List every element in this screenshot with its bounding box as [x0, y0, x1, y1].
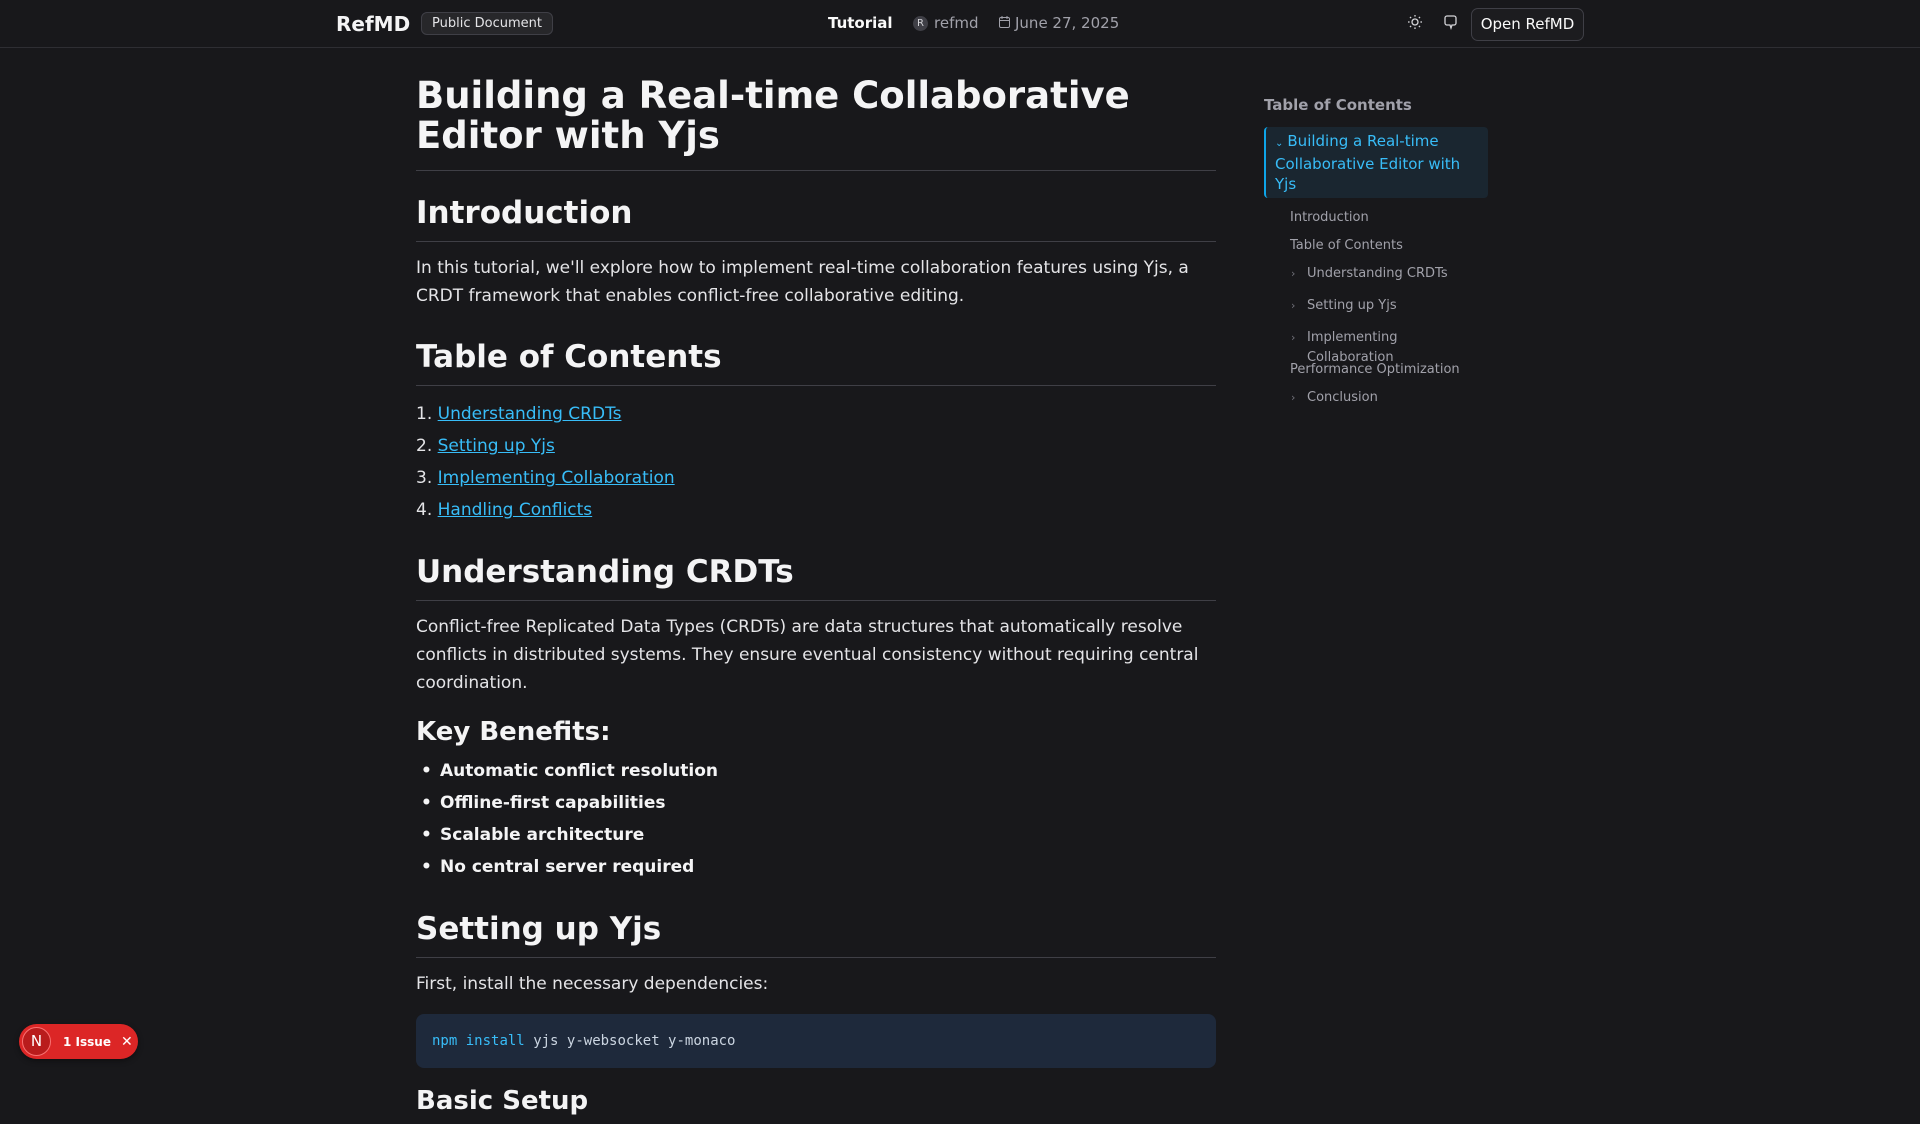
heading-key-benefits: Key Benefits: [416, 717, 611, 747]
github-icon [1443, 14, 1459, 34]
author-info: R refmd [913, 14, 978, 32]
sidebar-toc-item-conclusion[interactable]: › Conclusion [1264, 388, 1488, 416]
sidebar-toc-item-introduction[interactable]: Introduction [1264, 208, 1488, 236]
toc-link-understanding-crdts[interactable]: Understanding CRDTs [438, 404, 622, 424]
sidebar-toc-label: Performance Optimization [1290, 362, 1460, 377]
list-item: 3. Implementing Collaboration [416, 462, 1216, 494]
heading-introduction: Introduction [416, 193, 1216, 242]
list-number: 3. [416, 468, 433, 488]
code-block: npm install yjs y-websocket y-monaco [416, 1014, 1216, 1068]
document-date: June 27, 2025 [999, 14, 1119, 32]
toc-link-handling-conflicts[interactable]: Handling Conflicts [438, 500, 593, 520]
date-text: June 27, 2025 [1015, 14, 1120, 32]
heading-setting-up-yjs: Setting up Yjs [416, 909, 1216, 958]
heading-understanding-crdts: Understanding CRDTs [416, 552, 1216, 601]
setup-paragraph: First, install the necessary dependencie… [416, 974, 769, 994]
list-item: Offline-first capabilities [416, 787, 1216, 819]
sidebar-toc-item-setting-up-yjs[interactable]: › Setting up Yjs [1264, 296, 1488, 328]
sidebar-toc-item-active[interactable]: ⌄ Building a Real-time Collaborative Edit… [1264, 127, 1488, 198]
code-subcommand: install [465, 1033, 525, 1049]
sidebar-toc-item-table-of-contents[interactable]: Table of Contents [1264, 236, 1488, 264]
chevron-right-icon: › [1291, 299, 1296, 312]
calendar-icon [999, 14, 1010, 32]
code-args: yjs y-websocket y-monaco [533, 1033, 736, 1049]
toc-list: 1. Understanding CRDTs 2. Setting up Yjs… [416, 398, 1216, 526]
issues-indicator[interactable]: N 1 Issue ✕ [19, 1024, 138, 1059]
list-item: Scalable architecture [416, 819, 1216, 851]
list-number: 4. [416, 500, 433, 520]
sidebar-toc: Table of Contents ⌄ Building a Real-time … [1264, 96, 1488, 416]
code-command: npm [432, 1033, 458, 1049]
list-number: 1. [416, 404, 433, 424]
author-avatar: R [913, 15, 928, 31]
heading-basic-setup: Basic Setup [416, 1086, 589, 1116]
article-content: Building a Real-time Collaborative Edito… [416, 76, 1216, 1124]
chevron-right-icon: › [1291, 391, 1296, 404]
sidebar-toc-heading: Table of Contents [1264, 96, 1412, 114]
list-item: 2. Setting up Yjs [416, 430, 1216, 462]
sidebar-toc-item-performance-optimization[interactable]: Performance Optimization [1264, 360, 1488, 388]
chevron-right-icon: › [1291, 267, 1296, 280]
issues-count[interactable]: 1 Issue [63, 1035, 111, 1049]
sidebar-toc-label: Table of Contents [1290, 238, 1403, 253]
public-document-badge: Public Document [421, 12, 553, 35]
list-item: 1. Understanding CRDTs [416, 398, 1216, 430]
open-refmd-button[interactable]: Open RefMD [1471, 8, 1584, 41]
sidebar-toc-label: Introduction [1290, 210, 1369, 225]
brand-logo[interactable]: RefMD [336, 12, 410, 36]
sidebar-toc-label: Conclusion [1307, 390, 1378, 405]
benefits-list: Automatic conflict resolution Offline-fi… [416, 755, 1216, 883]
close-icon[interactable]: ✕ [121, 1034, 133, 1050]
list-number: 2. [416, 436, 433, 456]
author-name: refmd [934, 14, 979, 32]
sidebar-toc-item-implementing-collaboration[interactable]: › Implementing Collaboration [1264, 328, 1488, 365]
top-bar: RefMD Public Document Tutorial R refmd J… [0, 0, 1920, 48]
heading-table-of-contents: Table of Contents [416, 337, 1216, 386]
list-item: 4. Handling Conflicts [416, 494, 1216, 526]
toc-link-implementing-collaboration[interactable]: Implementing Collaboration [438, 468, 675, 488]
theme-toggle-button[interactable] [1404, 13, 1426, 35]
chevron-down-icon: ⌄ [1275, 138, 1284, 149]
document-category: Tutorial [828, 14, 893, 32]
intro-paragraph: In this tutorial, we'll explore how to i… [416, 258, 1189, 306]
github-button[interactable] [1440, 13, 1462, 35]
list-item: No central server required [416, 851, 1216, 883]
page-title: Building a Real-time Collaborative Edito… [416, 76, 1216, 171]
crdt-paragraph: Conflict-free Replicated Data Types (CRD… [416, 617, 1199, 693]
chevron-right-icon: › [1291, 331, 1296, 344]
sidebar-toc-label: Understanding CRDTs [1307, 266, 1448, 281]
toc-link-setting-up-yjs[interactable]: Setting up Yjs [438, 436, 555, 456]
next-logo-icon: N [22, 1027, 51, 1056]
sun-icon [1407, 14, 1423, 34]
sidebar-toc-item-understanding-crdts[interactable]: › Understanding CRDTs [1264, 264, 1488, 296]
sidebar-toc-label: Setting up Yjs [1307, 298, 1397, 313]
sidebar-toc-label: Building a Real-time Collaborative Edito… [1275, 132, 1461, 193]
list-item: Automatic conflict resolution [416, 755, 1216, 787]
